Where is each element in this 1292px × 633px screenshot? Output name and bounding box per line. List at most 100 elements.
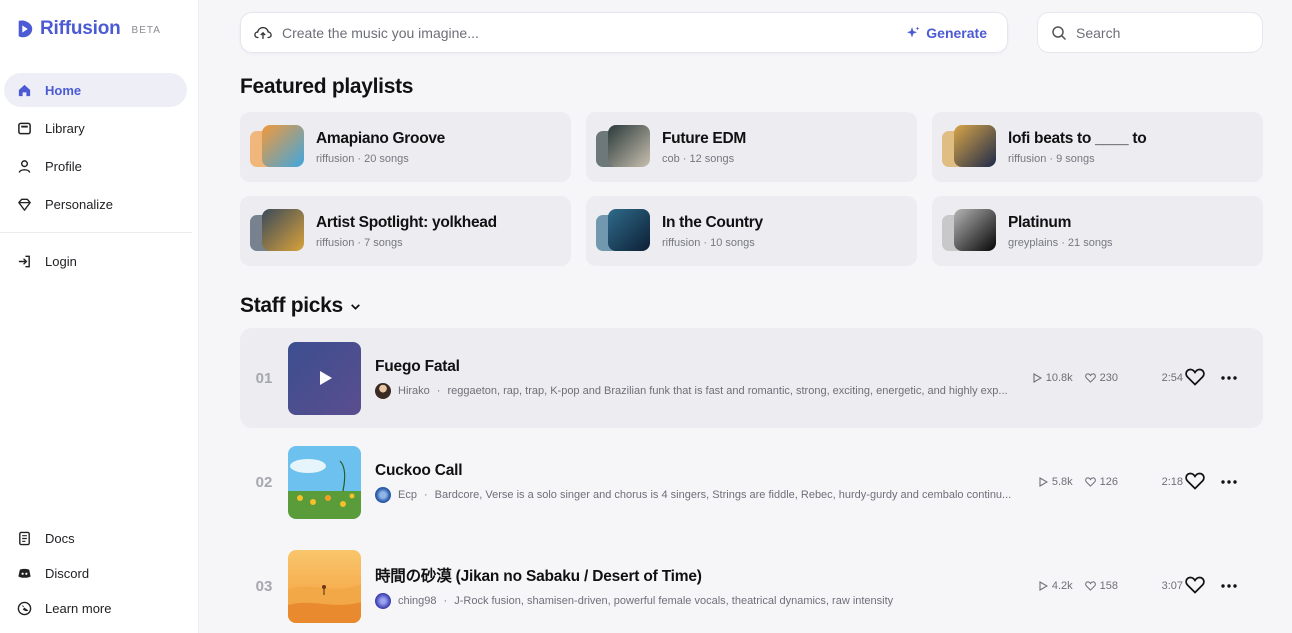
heart-outline-icon	[1084, 477, 1096, 487]
track-duration: 2:54	[1161, 372, 1183, 384]
track-artist[interactable]: ching98	[398, 595, 437, 607]
primary-nav: Home Library Profile Personalize	[4, 73, 187, 225]
staff-picks-title: Staff picks	[240, 294, 343, 317]
nav-item-profile[interactable]: Profile	[4, 149, 187, 183]
playlist-cover	[596, 209, 652, 253]
nav-label: Personalize	[45, 196, 113, 212]
track-title[interactable]: Cuckoo Call	[375, 462, 1015, 480]
playlist-card[interactable]: lofi beats to ____ to riffusion · 9 songs	[932, 112, 1263, 182]
brand-logo[interactable]: Riffusion BETA	[16, 18, 161, 40]
prompt-input[interactable]	[282, 24, 907, 41]
like-button[interactable]	[1185, 472, 1205, 492]
home-icon	[16, 82, 32, 98]
track-title[interactable]: Fuego Fatal	[375, 358, 1015, 376]
playlist-title: In the Country	[662, 213, 763, 231]
track-row[interactable]: 02 Cuckoo Call Ecp · Bardcore, Verse is a…	[240, 432, 1263, 532]
chevron-down-icon	[351, 303, 360, 310]
playlist-subtitle: riffusion · 7 songs	[316, 236, 403, 249]
generate-label: Generate	[926, 24, 987, 41]
like-count: 230	[1084, 372, 1118, 384]
nav-label: Profile	[45, 158, 82, 174]
more-horizontal-icon	[1221, 584, 1237, 588]
like-count: 126	[1084, 476, 1118, 488]
play-count-value: 10.8k	[1045, 372, 1073, 384]
track-artist[interactable]: Hirako	[398, 385, 430, 397]
artist-avatar[interactable]	[375, 382, 391, 399]
riffusion-logo-icon	[18, 20, 33, 38]
like-button[interactable]	[1185, 576, 1205, 596]
nav-item-library[interactable]: Library	[4, 111, 187, 145]
nav-item-home[interactable]: Home	[4, 73, 187, 107]
like-count: 158	[1084, 580, 1118, 592]
track-number: 01	[255, 369, 273, 387]
playlist-card[interactable]: Platinum greyplains · 21 songs	[932, 196, 1263, 266]
more-options-button[interactable]	[1219, 472, 1239, 492]
playlist-card[interactable]: Artist Spotlight: yolkhead riffusion · 7 …	[240, 196, 571, 266]
nav-label: Discord	[45, 565, 90, 581]
artist-avatar[interactable]	[375, 486, 391, 503]
track-title[interactable]: 時間の砂漠 (Jikan no Sabaku / Desert of Time)	[375, 564, 1015, 586]
auth-nav: Login	[4, 244, 187, 282]
like-count-value: 158	[1099, 580, 1118, 592]
track-stats: 4.2k 158	[1038, 536, 1118, 633]
play-count: 5.8k	[1038, 476, 1073, 488]
nav-item-learn-more[interactable]: Learn more	[4, 591, 187, 625]
heart-outline-icon	[1084, 581, 1096, 591]
playlist-card[interactable]: In the Country riffusion · 10 songs	[586, 196, 917, 266]
play-count: 10.8k	[1032, 372, 1073, 384]
track-description: Bardcore, Verse is a solo singer and cho…	[434, 488, 1012, 501]
playlist-subtitle: cob · 12 songs	[662, 152, 735, 165]
footer-nav: Docs Discord Learn more	[4, 521, 187, 626]
nav-label: Login	[45, 253, 77, 269]
featured-playlists-grid: Amapiano Groove riffusion · 20 songs Futu…	[240, 112, 1263, 266]
generate-button[interactable]: Generate	[906, 25, 987, 41]
staff-picks-header[interactable]: Staff picks	[240, 294, 362, 318]
track-artist[interactable]: Ecp	[398, 489, 417, 501]
nav-item-discord[interactable]: Discord	[4, 556, 187, 590]
learn-more-icon	[16, 600, 32, 616]
play-outline-icon	[1033, 373, 1042, 383]
playlist-cover	[596, 125, 652, 169]
like-count-value: 230	[1099, 372, 1118, 384]
playlist-subtitle: riffusion · 20 songs	[316, 152, 409, 165]
beta-badge: BETA	[131, 25, 161, 36]
nav-label: Library	[45, 120, 85, 136]
artist-avatar[interactable]	[375, 592, 391, 609]
track-cover[interactable]	[288, 445, 361, 519]
heart-outline-icon	[1084, 373, 1096, 383]
track-row[interactable]: 03 時間の砂漠 (Jikan no Sabaku / Desert of Ti…	[240, 536, 1263, 633]
nav-item-personalize[interactable]: Personalize	[4, 187, 187, 221]
nav-label: Home	[45, 82, 82, 98]
track-cover[interactable]	[288, 341, 361, 415]
playlist-title: Platinum	[1008, 213, 1072, 231]
track-cover[interactable]	[288, 549, 361, 623]
sidebar: Riffusion BETA Home Library Profile Pers…	[0, 0, 199, 633]
like-button[interactable]	[1185, 368, 1205, 388]
heart-icon	[1185, 368, 1205, 386]
search-input[interactable]	[1076, 24, 1262, 41]
track-row[interactable]: 01 Fuego Fatal Hirako · reggaeton, rap, t…	[240, 328, 1263, 428]
like-count-value: 126	[1099, 476, 1118, 488]
more-options-button[interactable]	[1219, 576, 1239, 596]
track-number: 03	[255, 577, 273, 595]
prompt-bar: Generate	[240, 12, 1008, 53]
upload-cloud-icon[interactable]	[254, 25, 272, 41]
search-icon	[1052, 25, 1067, 40]
playlist-card[interactable]: Future EDM cob · 12 songs	[586, 112, 917, 182]
playlist-title: lofi beats to ____ to	[1008, 129, 1147, 147]
nav-item-docs[interactable]: Docs	[4, 521, 187, 555]
track-duration: 2:18	[1161, 476, 1183, 488]
playlist-cover	[250, 209, 306, 253]
playlist-card[interactable]: Amapiano Groove riffusion · 20 songs	[240, 112, 571, 182]
playlist-subtitle: riffusion · 9 songs	[1008, 152, 1095, 165]
more-horizontal-icon	[1221, 376, 1237, 380]
play-icon[interactable]	[288, 342, 361, 415]
play-count: 4.2k	[1038, 580, 1073, 592]
login-icon	[16, 253, 32, 269]
nav-label: Docs	[45, 530, 75, 546]
flower-field-art	[288, 445, 361, 519]
more-options-button[interactable]	[1219, 368, 1239, 388]
play-count-value: 4.2k	[1051, 580, 1073, 592]
nav-item-login[interactable]: Login	[4, 244, 187, 278]
docs-icon	[16, 530, 32, 546]
